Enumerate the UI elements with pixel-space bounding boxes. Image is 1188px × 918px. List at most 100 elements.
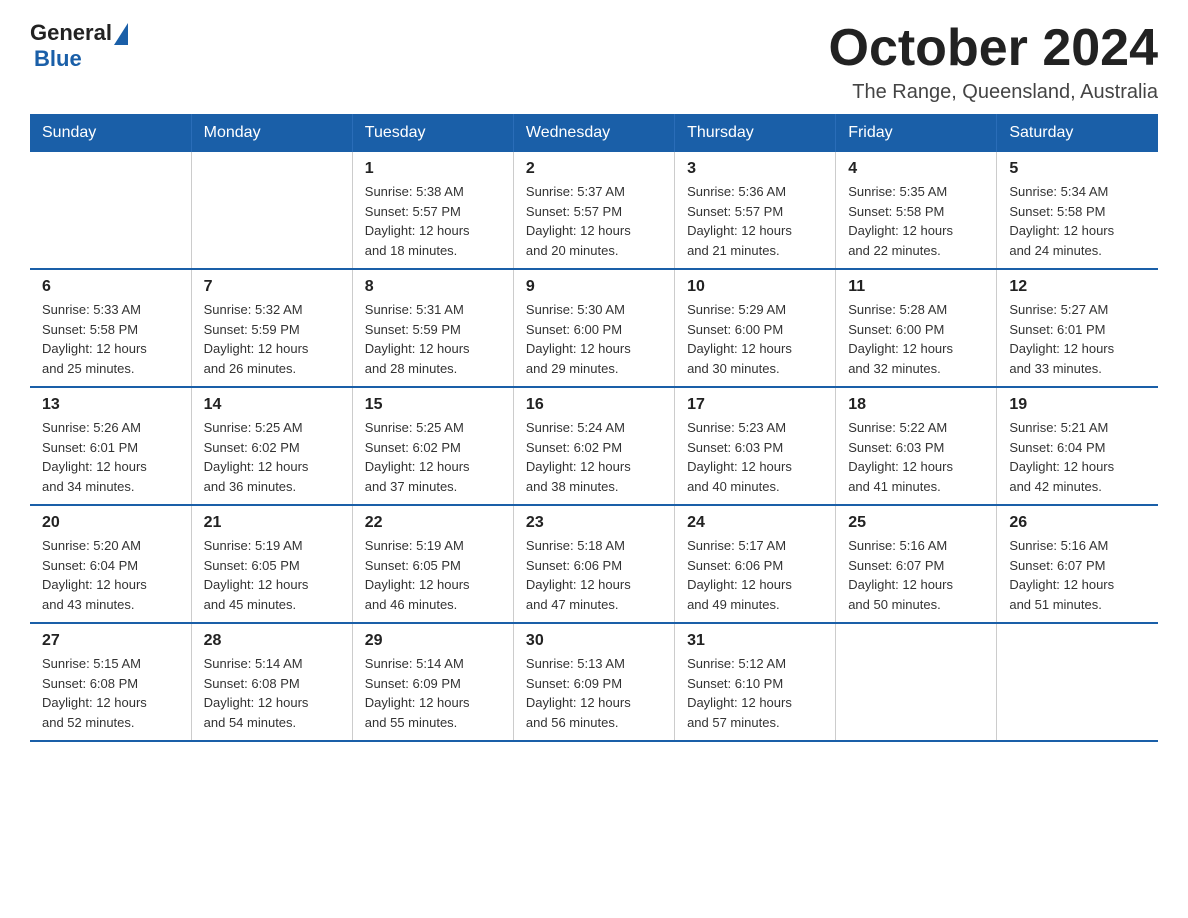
table-row: 13 Sunrise: 5:26 AM Sunset: 6:01 PM Dayli… <box>30 387 191 505</box>
table-row: 11 Sunrise: 5:28 AM Sunset: 6:00 PM Dayli… <box>836 269 997 387</box>
month-title: October 2024 <box>829 20 1159 77</box>
day-info: Sunrise: 5:28 AM Sunset: 6:00 PM Dayligh… <box>848 300 984 378</box>
table-row: 19 Sunrise: 5:21 AM Sunset: 6:04 PM Dayli… <box>997 387 1158 505</box>
table-row: 26Sunrise: 5:16 AM Sunset: 6:07 PM Dayli… <box>997 505 1158 623</box>
col-saturday: Saturday <box>997 114 1158 152</box>
table-row: 18Sunrise: 5:22 AM Sunset: 6:03 PM Dayli… <box>836 387 997 505</box>
logo-general: General <box>30 20 112 46</box>
table-row: 22 Sunrise: 5:19 AM Sunset: 6:05 PM Dayli… <box>352 505 513 623</box>
table-row: 5 Sunrise: 5:34 AM Sunset: 5:58 PM Daylig… <box>997 152 1158 269</box>
table-row: 4 Sunrise: 5:35 AM Sunset: 5:58 PM Daylig… <box>836 152 997 269</box>
table-row: 3 Sunrise: 5:36 AM Sunset: 5:57 PM Daylig… <box>675 152 836 269</box>
table-row: 17 Sunrise: 5:23 AM Sunset: 6:03 PM Dayli… <box>675 387 836 505</box>
table-row: 12 Sunrise: 5:27 AM Sunset: 6:01 PM Dayli… <box>997 269 1158 387</box>
day-number: 17 <box>687 396 823 414</box>
table-row: 7 Sunrise: 5:32 AM Sunset: 5:59 PM Daylig… <box>191 269 352 387</box>
day-info: Sunrise: 5:19 AM Sunset: 6:05 PM Dayligh… <box>204 536 340 614</box>
day-number: 25 <box>848 514 984 532</box>
day-number: 28 <box>204 632 340 650</box>
logo: General Blue <box>30 20 128 72</box>
day-info: Sunrise: 5:19 AM Sunset: 6:05 PM Dayligh… <box>365 536 501 614</box>
day-number: 27 <box>42 632 179 650</box>
table-row: 23Sunrise: 5:18 AM Sunset: 6:06 PM Dayli… <box>513 505 674 623</box>
day-info: Sunrise: 5:30 AM Sunset: 6:00 PM Dayligh… <box>526 300 662 378</box>
table-row: 27 Sunrise: 5:15 AM Sunset: 6:08 PM Dayli… <box>30 623 191 741</box>
day-info: Sunrise: 5:18 AM Sunset: 6:06 PM Dayligh… <box>526 536 662 614</box>
day-info: Sunrise: 5:27 AM Sunset: 6:01 PM Dayligh… <box>1009 300 1146 378</box>
day-info: Sunrise: 5:25 AM Sunset: 6:02 PM Dayligh… <box>365 418 501 496</box>
table-row <box>836 623 997 741</box>
day-number: 12 <box>1009 278 1146 296</box>
day-info: Sunrise: 5:14 AM Sunset: 6:08 PM Dayligh… <box>204 654 340 732</box>
title-area: October 2024 The Range, Queensland, Aust… <box>829 20 1159 104</box>
col-wednesday: Wednesday <box>513 114 674 152</box>
day-info: Sunrise: 5:15 AM Sunset: 6:08 PM Dayligh… <box>42 654 179 732</box>
day-info: Sunrise: 5:29 AM Sunset: 6:00 PM Dayligh… <box>687 300 823 378</box>
table-row: 14 Sunrise: 5:25 AM Sunset: 6:02 PM Dayli… <box>191 387 352 505</box>
day-number: 22 <box>365 514 501 532</box>
day-number: 5 <box>1009 160 1146 178</box>
table-row <box>997 623 1158 741</box>
calendar-body: 1 Sunrise: 5:38 AM Sunset: 5:57 PM Daylig… <box>30 152 1158 741</box>
table-row <box>191 152 352 269</box>
day-number: 1 <box>365 160 501 178</box>
day-number: 11 <box>848 278 984 296</box>
table-row: 31Sunrise: 5:12 AM Sunset: 6:10 PM Dayli… <box>675 623 836 741</box>
day-number: 26 <box>1009 514 1146 532</box>
table-row: 25 Sunrise: 5:16 AM Sunset: 6:07 PM Dayli… <box>836 505 997 623</box>
day-info: Sunrise: 5:31 AM Sunset: 5:59 PM Dayligh… <box>365 300 501 378</box>
day-info: Sunrise: 5:14 AM Sunset: 6:09 PM Dayligh… <box>365 654 501 732</box>
day-number: 4 <box>848 160 984 178</box>
day-info: Sunrise: 5:34 AM Sunset: 5:58 PM Dayligh… <box>1009 182 1146 260</box>
day-info: Sunrise: 5:17 AM Sunset: 6:06 PM Dayligh… <box>687 536 823 614</box>
day-info: Sunrise: 5:36 AM Sunset: 5:57 PM Dayligh… <box>687 182 823 260</box>
day-number: 7 <box>204 278 340 296</box>
day-number: 8 <box>365 278 501 296</box>
day-number: 20 <box>42 514 179 532</box>
header-area: General Blue October 2024 The Range, Que… <box>30 20 1158 104</box>
table-row <box>30 152 191 269</box>
col-monday: Monday <box>191 114 352 152</box>
table-row: 29Sunrise: 5:14 AM Sunset: 6:09 PM Dayli… <box>352 623 513 741</box>
day-info: Sunrise: 5:26 AM Sunset: 6:01 PM Dayligh… <box>42 418 179 496</box>
day-info: Sunrise: 5:32 AM Sunset: 5:59 PM Dayligh… <box>204 300 340 378</box>
day-number: 14 <box>204 396 340 414</box>
day-number: 13 <box>42 396 179 414</box>
location-title: The Range, Queensland, Australia <box>829 81 1159 104</box>
day-number: 3 <box>687 160 823 178</box>
table-row: 16Sunrise: 5:24 AM Sunset: 6:02 PM Dayli… <box>513 387 674 505</box>
day-info: Sunrise: 5:21 AM Sunset: 6:04 PM Dayligh… <box>1009 418 1146 496</box>
day-info: Sunrise: 5:35 AM Sunset: 5:58 PM Dayligh… <box>848 182 984 260</box>
day-number: 30 <box>526 632 662 650</box>
day-number: 15 <box>365 396 501 414</box>
day-info: Sunrise: 5:38 AM Sunset: 5:57 PM Dayligh… <box>365 182 501 260</box>
calendar-table: Sunday Monday Tuesday Wednesday Thursday… <box>30 114 1158 742</box>
day-info: Sunrise: 5:22 AM Sunset: 6:03 PM Dayligh… <box>848 418 984 496</box>
day-number: 2 <box>526 160 662 178</box>
table-row: 9Sunrise: 5:30 AM Sunset: 6:00 PM Daylig… <box>513 269 674 387</box>
col-sunday: Sunday <box>30 114 191 152</box>
logo-triangle-icon <box>114 23 128 45</box>
day-info: Sunrise: 5:16 AM Sunset: 6:07 PM Dayligh… <box>848 536 984 614</box>
logo-blue: Blue <box>34 46 82 72</box>
day-number: 24 <box>687 514 823 532</box>
day-info: Sunrise: 5:25 AM Sunset: 6:02 PM Dayligh… <box>204 418 340 496</box>
col-thursday: Thursday <box>675 114 836 152</box>
table-row: 15 Sunrise: 5:25 AM Sunset: 6:02 PM Dayli… <box>352 387 513 505</box>
day-number: 6 <box>42 278 179 296</box>
table-row: 30 Sunrise: 5:13 AM Sunset: 6:09 PM Dayli… <box>513 623 674 741</box>
day-info: Sunrise: 5:20 AM Sunset: 6:04 PM Dayligh… <box>42 536 179 614</box>
day-info: Sunrise: 5:33 AM Sunset: 5:58 PM Dayligh… <box>42 300 179 378</box>
day-number: 21 <box>204 514 340 532</box>
calendar-header: Sunday Monday Tuesday Wednesday Thursday… <box>30 114 1158 152</box>
day-info: Sunrise: 5:24 AM Sunset: 6:02 PM Dayligh… <box>526 418 662 496</box>
day-number: 31 <box>687 632 823 650</box>
day-info: Sunrise: 5:13 AM Sunset: 6:09 PM Dayligh… <box>526 654 662 732</box>
table-row: 20 Sunrise: 5:20 AM Sunset: 6:04 PM Dayli… <box>30 505 191 623</box>
table-row: 8 Sunrise: 5:31 AM Sunset: 5:59 PM Daylig… <box>352 269 513 387</box>
col-tuesday: Tuesday <box>352 114 513 152</box>
day-number: 19 <box>1009 396 1146 414</box>
day-number: 10 <box>687 278 823 296</box>
day-info: Sunrise: 5:37 AM Sunset: 5:57 PM Dayligh… <box>526 182 662 260</box>
day-info: Sunrise: 5:23 AM Sunset: 6:03 PM Dayligh… <box>687 418 823 496</box>
